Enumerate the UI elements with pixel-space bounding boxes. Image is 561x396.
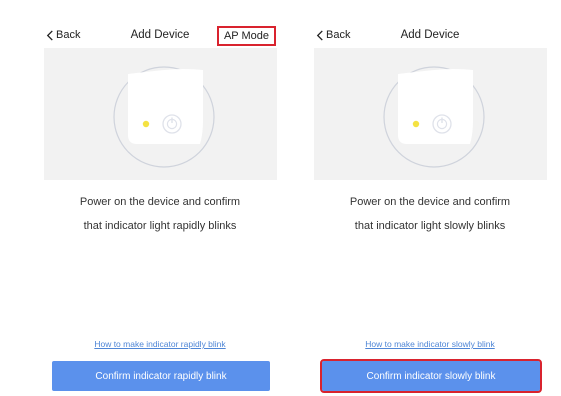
help-link[interactable]: How to make indicator rapidly blink <box>40 339 280 349</box>
instruction-line-1: Power on the device and confirm <box>349 196 511 208</box>
confirm-slow-blink-button[interactable]: Confirm indicator slowly blink <box>320 359 542 393</box>
device-illustration <box>314 48 547 180</box>
confirm-rapid-blink-button[interactable]: Confirm indicator rapidly blink <box>52 361 270 391</box>
nav-bar: Back Add Device AP Mode <box>40 26 280 46</box>
instruction-line-1: Power on the device and confirm <box>79 196 241 208</box>
device-body <box>128 69 203 144</box>
nav-bar: Back Add Device <box>310 26 550 46</box>
instruction-line-2: that indicator light rapidly blinks <box>83 220 237 232</box>
help-link[interactable]: How to make indicator slowly blink <box>310 339 550 349</box>
indicator-led-icon <box>412 120 420 128</box>
indicator-led-icon <box>142 120 150 128</box>
page-title: Add Device <box>400 29 460 41</box>
add-device-screen-slow: Back Add Device Power on the device and … <box>310 0 550 396</box>
instruction-line-2: that indicator light slowly blinks <box>354 220 506 232</box>
add-device-screen-rapid: Back Add Device AP Mode Power on the dev… <box>40 0 280 396</box>
ap-mode-button[interactable]: AP Mode <box>216 26 276 46</box>
device-body <box>398 69 473 144</box>
device-illustration <box>44 48 277 180</box>
